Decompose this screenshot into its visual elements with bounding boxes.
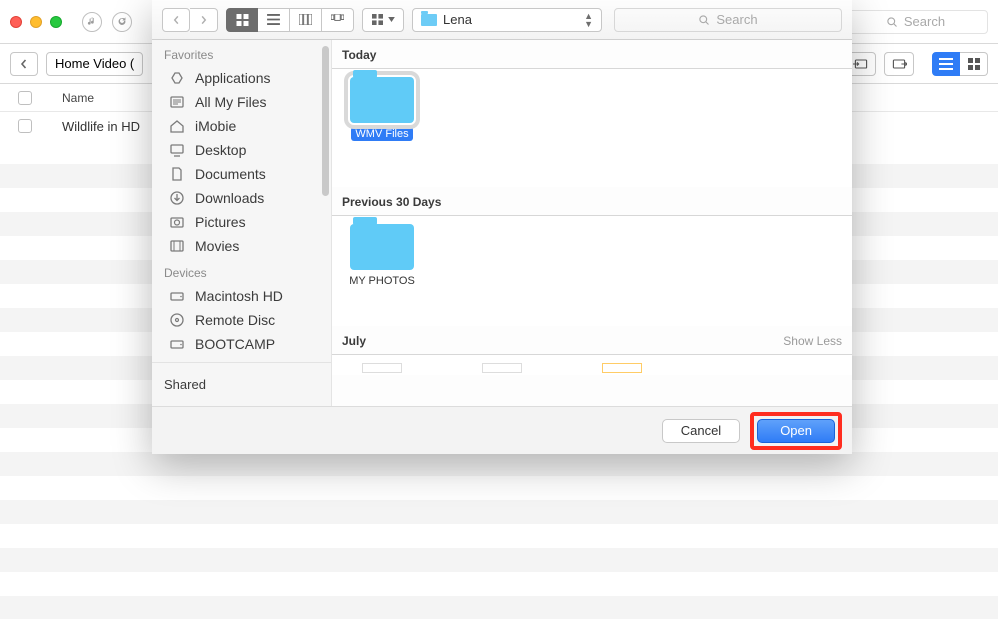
sidebar-item-label: Desktop — [195, 142, 246, 158]
list-view-button[interactable] — [932, 52, 960, 76]
group-title: July — [342, 334, 366, 348]
export-icon[interactable] — [884, 52, 914, 76]
sidebar-item-label: iMobie — [195, 118, 236, 134]
dialog-footer: Cancel Open — [152, 406, 852, 454]
location-label: Lena — [443, 12, 472, 27]
file-name-label: WMV Files — [351, 127, 412, 141]
sidebar-item-label: All My Files — [195, 94, 267, 110]
sidebar-item-bootcamp[interactable]: BOOTCAMP — [152, 332, 331, 356]
icon-view-button[interactable] — [226, 8, 258, 32]
select-all-checkbox[interactable] — [18, 91, 32, 105]
movies-icon — [168, 238, 186, 254]
sidebar-item-applications[interactable]: Applications — [152, 66, 331, 90]
main-app-window: Search Home Video ( Name — [0, 0, 998, 619]
grid-view-button[interactable] — [960, 52, 988, 76]
dialog-sidebar: Favorites Applications All My Files iMob… — [152, 40, 332, 406]
disc-icon — [168, 312, 186, 328]
group-title: Today — [342, 48, 376, 62]
open-button[interactable]: Open — [757, 419, 835, 443]
column-view-btn[interactable] — [290, 8, 322, 32]
sidebar-item-label: Macintosh HD — [195, 288, 283, 304]
pictures-icon — [168, 214, 186, 230]
folder-icon — [350, 224, 414, 270]
sidebar-item-desktop[interactable]: Desktop — [152, 138, 331, 162]
list-view-btn[interactable] — [258, 8, 290, 32]
open-button-highlight: Open — [750, 412, 842, 450]
hdd-icon — [168, 288, 186, 304]
zoom-window-button[interactable] — [50, 16, 62, 28]
sidebar-item-label: Remote Disc — [195, 312, 275, 328]
sidebar-item-label: Downloads — [195, 190, 264, 206]
main-search-field[interactable]: Search — [843, 10, 988, 34]
sidebar-item-movies[interactable]: Movies — [152, 234, 331, 258]
thumbnail-placeholder[interactable] — [602, 363, 642, 373]
location-dropdown[interactable]: Lena ▲▼ — [412, 8, 602, 32]
forward-nav-button[interactable] — [190, 8, 218, 32]
sidebar-item-remote-disc[interactable]: Remote Disc — [152, 308, 331, 332]
traffic-lights — [10, 16, 62, 28]
group-header-today: Today — [332, 40, 852, 69]
minimize-window-button[interactable] — [30, 16, 42, 28]
all-files-icon — [168, 94, 186, 110]
group-header-prev30: Previous 30 Days — [332, 187, 852, 216]
back-nav-button[interactable] — [162, 8, 190, 32]
column-name: Name — [62, 91, 94, 105]
applications-icon — [168, 70, 186, 86]
show-less-link[interactable]: Show Less — [783, 334, 842, 348]
dialog-search-field[interactable]: Search — [614, 8, 842, 32]
favorites-section-title: Favorites — [152, 40, 331, 66]
dialog-search-placeholder: Search — [716, 12, 757, 27]
home-icon — [168, 118, 186, 134]
devices-section-title: Devices — [152, 258, 331, 284]
sidebar-item-imobie[interactable]: iMobie — [152, 114, 331, 138]
chevron-up-down-icon: ▲▼ — [584, 12, 593, 28]
documents-icon — [168, 166, 186, 182]
sidebar-item-documents[interactable]: Documents — [152, 162, 331, 186]
music-icon[interactable] — [82, 12, 102, 32]
sidebar-item-downloads[interactable]: Downloads — [152, 186, 331, 210]
shared-section-title: Shared — [152, 369, 331, 396]
cancel-button[interactable]: Cancel — [662, 419, 740, 443]
thumbnail-placeholder[interactable] — [362, 363, 402, 373]
dialog-toolbar: Lena ▲▼ Search — [152, 0, 852, 40]
sidebar-item-label: Pictures — [195, 214, 246, 230]
group-body-today: WMV Files — [332, 69, 852, 187]
file-item-my-photos[interactable]: MY PHOTOS — [342, 224, 422, 322]
folder-icon — [350, 77, 414, 123]
sidebar-item-label: Documents — [195, 166, 266, 182]
file-item-wmv-files[interactable]: WMV Files — [342, 77, 422, 183]
sidebar-item-pictures[interactable]: Pictures — [152, 210, 331, 234]
sidebar-item-all-my-files[interactable]: All My Files — [152, 90, 331, 114]
desktop-icon — [168, 142, 186, 158]
group-title: Previous 30 Days — [342, 195, 441, 209]
sidebar-item-label: BOOTCAMP — [195, 336, 275, 352]
sidebar-item-macintosh-hd[interactable]: Macintosh HD — [152, 284, 331, 308]
sidebar-item-label: Applications — [195, 70, 271, 86]
group-body-prev30: MY PHOTOS — [332, 216, 852, 326]
sidebar-divider — [152, 362, 331, 363]
group-by-dropdown[interactable] — [362, 8, 404, 32]
file-browser-content: Today WMV Files Previous 30 Days MY PHOT… — [332, 40, 852, 406]
main-search-placeholder: Search — [904, 14, 945, 29]
thumbnail-placeholder[interactable] — [482, 363, 522, 373]
close-window-button[interactable] — [10, 16, 22, 28]
folder-icon — [421, 14, 437, 26]
group-header-july: July Show Less — [332, 326, 852, 355]
group-body-july — [332, 355, 852, 375]
row-checkbox[interactable] — [18, 119, 32, 133]
row-title: Wildlife in HD — [62, 119, 140, 134]
downloads-icon — [168, 190, 186, 206]
category-label: Home Video ( — [55, 56, 134, 71]
coverflow-view-btn[interactable] — [322, 8, 354, 32]
open-file-dialog: Lena ▲▼ Search Favorites Applications Al… — [152, 0, 852, 454]
category-dropdown[interactable]: Home Video ( — [46, 52, 143, 76]
sidebar-item-label: Movies — [195, 238, 239, 254]
back-button[interactable] — [10, 52, 38, 76]
refresh-icon[interactable] — [112, 12, 132, 32]
file-name-label: MY PHOTOS — [345, 274, 419, 288]
sidebar-scrollbar[interactable] — [322, 46, 329, 196]
hdd-icon — [168, 336, 186, 352]
